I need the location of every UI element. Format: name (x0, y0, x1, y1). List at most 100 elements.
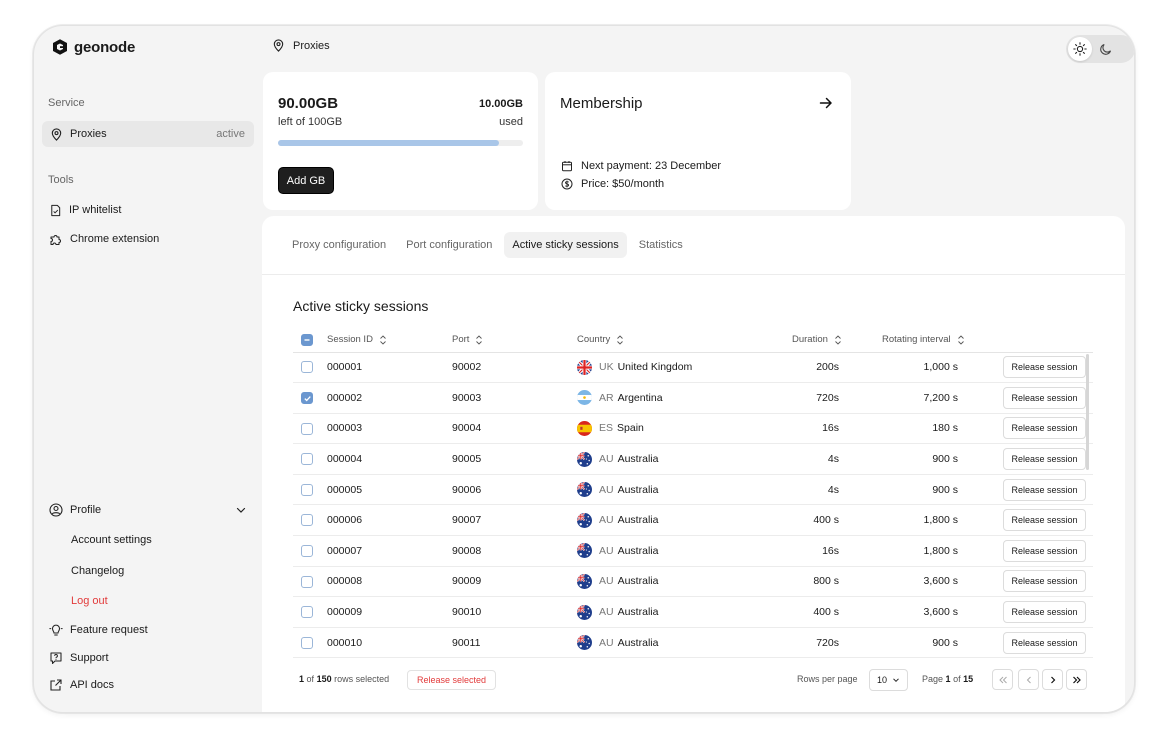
row-checkbox[interactable] (301, 544, 313, 557)
table-row[interactable]: 000008 90009 AU Australia 800 s 3,600 s Releas… (293, 566, 1093, 598)
table-row[interactable]: 000001 90002 UK United Kingdom 200s 1,000 s Re… (293, 352, 1093, 384)
logout-link[interactable]: Log out (71, 590, 108, 612)
table-scrollbar[interactable] (1086, 354, 1089, 470)
theme-toggle[interactable] (1066, 35, 1134, 63)
table-row[interactable]: 000004 90005 AU Australia 4s 900 s Release ses… (293, 443, 1093, 475)
light-mode-button[interactable] (1068, 37, 1092, 61)
next-payment: Next payment: 23 December (561, 160, 721, 172)
puzzle-icon (50, 235, 61, 246)
profile-menu[interactable]: Profile (49, 497, 247, 523)
column-header-rotating-interval[interactable]: Rotating interval (846, 328, 973, 353)
add-gb-button[interactable]: Add GB (278, 167, 334, 194)
row-checkbox[interactable] (301, 483, 313, 496)
column-header-session-id[interactable]: Session ID (327, 328, 452, 353)
select-all-checkbox[interactable] (301, 333, 313, 346)
row-checkbox[interactable] (301, 514, 313, 527)
sort-icon (835, 335, 841, 345)
tab-active-sticky-sessions[interactable]: Active sticky sessions (504, 232, 627, 258)
next-page-button[interactable] (1042, 669, 1063, 690)
row-checkbox[interactable] (301, 422, 313, 435)
first-page-button[interactable] (992, 669, 1013, 690)
sidebar-item-chrome-extension[interactable]: Chrome extension (49, 226, 159, 252)
country-code: AU (599, 514, 614, 527)
chevron-down-icon (893, 678, 899, 683)
row-select-cell[interactable] (293, 566, 327, 598)
row-select-cell[interactable] (293, 627, 327, 659)
sidebar-item-feature-request[interactable]: Feature request (49, 617, 148, 643)
table-row[interactable]: 000006 90007 AU Australia 400 s 1,800 s Releas… (293, 504, 1093, 537)
last-page-button[interactable] (1066, 669, 1087, 690)
column-header-country[interactable]: Country (577, 328, 727, 353)
row-select-cell[interactable] (293, 474, 327, 506)
service-section-label: Service (48, 97, 85, 109)
release-session-button[interactable]: Release session (1003, 601, 1086, 624)
rotating-interval-cell: 1,000 s (846, 352, 973, 384)
account-settings-link[interactable]: Account settings (71, 529, 152, 551)
arrow-right-icon[interactable] (818, 95, 834, 111)
country-code: ES (599, 422, 614, 435)
chevron-left-icon (1026, 676, 1031, 683)
chevron-down-icon (236, 507, 246, 513)
table-row[interactable]: 000002 90003 AR Argentina 720s 7,200 s Release… (293, 382, 1093, 414)
dark-mode-button[interactable] (1094, 37, 1118, 61)
selection-summary: 1 of 150 rows selected (299, 674, 389, 684)
au-flag-icon (577, 543, 592, 559)
row-checkbox[interactable] (301, 392, 313, 404)
column-header-duration[interactable]: Duration (727, 328, 846, 353)
selected-count: 1 (299, 674, 305, 684)
table-row[interactable]: 000010 90011 AU Australia 720s 900 s Release s… (293, 627, 1093, 659)
table-row[interactable]: 000003 90004 ES Spain 16s 180 s Release sessio… (293, 413, 1093, 445)
country-name: Australia (617, 483, 659, 496)
brand-logo[interactable]: geonode (51, 38, 135, 56)
release-session-button[interactable]: Release session (1003, 386, 1086, 409)
row-select-cell[interactable] (293, 382, 327, 414)
row-checkbox[interactable] (301, 453, 313, 466)
sidebar-item-support[interactable]: Support (49, 645, 109, 671)
sidebar-item-ip-whitelist[interactable]: IP whitelist (49, 197, 121, 223)
row-checkbox[interactable] (301, 575, 313, 588)
release-selected-button[interactable]: Release selected (407, 670, 496, 690)
table-row[interactable]: 000009 90010 AU Australia 400 s 3,600 s Releas… (293, 596, 1093, 628)
tab-statistics[interactable]: Statistics (631, 232, 691, 258)
membership-card[interactable]: Membership Next payment: 23 December Pri… (545, 72, 851, 210)
action-cell: Release session (973, 474, 1093, 506)
release-session-button[interactable]: Release session (1003, 631, 1086, 654)
release-session-button[interactable]: Release session (1003, 417, 1086, 440)
row-select-cell[interactable] (293, 443, 327, 475)
table-row[interactable]: 000005 90006 AU Australia 4s 900 s Release ses… (293, 474, 1093, 506)
release-session-button[interactable]: Release session (1003, 539, 1086, 562)
table-row[interactable]: 000007 90008 AU Australia 16s 1,800 s Release … (293, 535, 1093, 567)
duration-cell: 200s (727, 352, 846, 384)
sidebar-item-label: API docs (70, 679, 115, 691)
release-session-button[interactable]: Release session (1003, 570, 1086, 593)
duration-cell: 16s (727, 413, 846, 445)
row-select-cell[interactable] (293, 504, 327, 537)
app-window: geonode Proxies Service Proxies active T… (33, 25, 1135, 713)
previous-page-button[interactable] (1018, 669, 1039, 690)
row-checkbox[interactable] (301, 606, 313, 619)
row-checkbox[interactable] (301, 636, 313, 649)
tab-proxy-configuration[interactable]: Proxy configuration (284, 232, 394, 258)
tab-port-configuration[interactable]: Port configuration (398, 232, 500, 258)
session-id-cell: 000005 (327, 474, 452, 506)
usage-card: 90.00GB left of 100GB 10.00GB used Add G… (263, 72, 538, 210)
sidebar-item-api-docs[interactable]: API docs (49, 672, 114, 698)
row-checkbox[interactable] (301, 361, 313, 374)
row-select-cell[interactable] (293, 596, 327, 628)
port-cell: 90007 (452, 504, 577, 537)
row-select-cell[interactable] (293, 535, 327, 567)
row-select-cell[interactable] (293, 413, 327, 445)
release-session-button[interactable]: Release session (1003, 509, 1086, 532)
rows-per-page-select[interactable]: 10 (869, 669, 908, 691)
support-chat-icon (50, 652, 62, 665)
header-select-all[interactable] (293, 328, 327, 353)
sidebar-item-proxies[interactable]: Proxies active (42, 121, 254, 147)
column-header-port[interactable]: Port (452, 328, 577, 353)
changelog-link[interactable]: Changelog (71, 560, 124, 582)
rotating-interval-cell: 1,800 s (846, 535, 973, 567)
release-session-button[interactable]: Release session (1003, 478, 1086, 501)
release-session-button[interactable]: Release session (1003, 356, 1086, 379)
row-select-cell[interactable] (293, 352, 327, 384)
release-session-button[interactable]: Release session (1003, 448, 1086, 471)
sort-icon (476, 335, 483, 345)
